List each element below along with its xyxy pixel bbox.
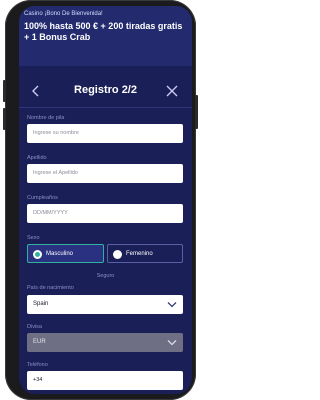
secure-label: Seguro [96,273,115,279]
volume-down-button [3,108,6,130]
chevron-down-icon [167,302,177,308]
currency-select[interactable]: EUR [27,333,183,352]
sex-option-male-label: Masculino [46,251,74,257]
registration-header: Registro 2/2 [19,79,192,107]
radio-selected-icon [33,250,42,259]
last-name-input[interactable]: Ingrese el Apellido [27,164,183,183]
phone-frame: Casino ¡Bono De Bienvenida! 100% hasta 5… [3,0,198,400]
birthday-input[interactable]: DD/MM/YYYY [27,204,183,223]
phone-input[interactable]: +34 [27,371,183,390]
sex-option-female-label: Femenino [126,251,153,257]
sex-label: Sexo [27,235,40,241]
first-name-input[interactable]: Ingrese su nombre [27,124,183,143]
currency-label: Divisa [27,324,42,330]
birth-country-value: Spain [33,301,49,307]
radio-unselected-icon [113,250,122,259]
birthday-label: Cumpleaños [27,195,58,201]
birth-country-select[interactable]: Spain [27,295,183,314]
promo-banner[interactable]: Casino ¡Bono De Bienvenida! 100% hasta 5… [19,6,192,66]
header-divider [19,107,192,108]
chevron-down-icon [167,340,177,346]
phone-screen: Casino ¡Bono De Bienvenida! 100% hasta 5… [19,6,192,394]
sex-option-male[interactable]: Masculino [27,244,104,263]
last-name-label: Apellido [27,155,47,161]
banner-subtitle: Casino ¡Bono De Bienvenida! [24,11,103,17]
sex-option-female[interactable]: Femenino [107,244,183,263]
power-button [195,95,198,129]
phone-label: Teléfono [27,362,48,368]
birth-country-label: País de nacimiento [27,285,74,291]
volume-up-button [3,80,6,102]
first-name-label: Nombre de pila [27,115,65,121]
close-icon[interactable] [166,85,178,97]
currency-value: EUR [33,339,46,345]
banner-title: 100% hasta 500 € + 200 tiradas gratis + … [24,21,183,42]
